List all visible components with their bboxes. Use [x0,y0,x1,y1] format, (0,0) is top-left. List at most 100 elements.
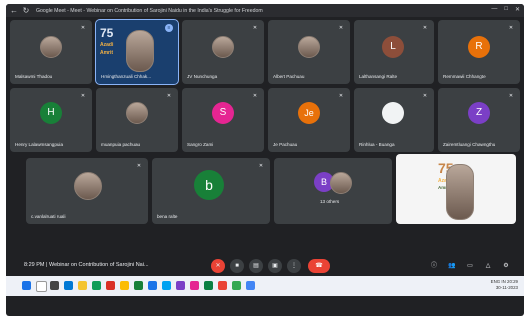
avatar: L [382,36,404,58]
app-icon[interactable] [162,281,171,290]
edge-icon[interactable] [64,281,73,290]
participant-tile[interactable]: ✕ Rinhlua - Buanga [354,88,434,152]
participant-name: Je Pachuau [273,142,298,147]
mic-off-icon: ✕ [422,25,428,31]
window-controls: — □ ✕ [491,6,520,13]
more-vert-icon[interactable]: ⋮ [287,259,301,273]
chrome-icon[interactable] [120,281,129,290]
avatar [74,172,102,200]
mic-off-icon: ✕ [338,93,344,99]
participant-tile[interactable]: Je ✕ Je Pachuau [268,88,350,152]
back-icon[interactable]: ← [10,6,18,15]
screen: ← ↻ Google Meet - Meet - Webinar on Cont… [6,4,524,316]
participant-tile[interactable]: 75 Azadi Amrit ≡ Hmingthanzuali Chhak... [95,19,179,85]
avatar: S [212,102,234,124]
meeting-time: 8:29 PM [24,262,45,268]
avatar [298,36,320,58]
avatar: Je [298,102,320,124]
app-icon[interactable] [246,281,255,290]
participant-tile[interactable]: ✕ muanpuia pachuau [96,88,178,152]
avatar [382,102,404,124]
participant-name: muanpuia pachuau [101,142,141,147]
close-icon[interactable]: ✕ [515,6,520,13]
participant-tile[interactable]: ✕ Albert Pachuau [268,20,350,84]
participant-name: Hmingthanzuali Chhak... [101,74,152,79]
participant-tile[interactable]: Z ✕ Zairemtluangi Chawngthu [438,88,520,152]
system-tray[interactable]: ENG IN 20:29 30-11-2023 [491,279,518,291]
browser-title: Google Meet - Meet - Webinar on Contribu… [36,7,263,14]
host-controls-icon[interactable]: ⚙ [502,262,510,270]
app-icon[interactable] [218,281,227,290]
task-view-icon[interactable] [50,281,59,290]
participant-name: Henry Lalawmsangpuia [15,142,64,147]
maximize-icon[interactable]: □ [504,6,508,13]
search-icon[interactable] [36,281,47,292]
avatar [446,164,474,220]
mic-off-icon: ✕ [252,93,258,99]
participant-tile[interactable]: ✕ c.vanlalruati ruali [26,158,148,224]
meeting-info: 8:29 PM | Webinar on Contribution of Sar… [24,262,149,268]
participant-tile[interactable]: S ✕ Sangro Zami [182,88,264,152]
avatar [126,102,148,124]
camera-icon[interactable]: ■ [230,259,244,273]
avatar [212,36,234,58]
avatar [126,30,154,72]
meeting-title: Webinar on Contribution of Sarojini Nai.… [48,262,149,268]
info-icon[interactable]: ⓘ [430,262,438,270]
banner-text: Amrit [100,50,114,56]
app-icon[interactable] [134,281,143,290]
mic-off-icon: ✕ [508,25,514,31]
meeting-controls-bar: 8:29 PM | Webinar on Contribution of Sar… [6,256,524,276]
captions-icon[interactable]: ▤ [249,259,263,273]
self-view-tile[interactable]: 75 Azadi Ka Amrit Mahotsav [396,154,516,224]
avatar [330,172,352,194]
chat-icon[interactable]: ▭ [466,262,474,270]
participant-tile[interactable]: H ✕ Henry Lalawmsangpuia [10,88,92,152]
mic-off-icon: ✕ [508,93,514,99]
separator: | [46,262,48,268]
avatar: R [468,36,490,58]
start-icon[interactable] [22,281,31,290]
clock-date: 30-11-2023 [495,285,518,290]
participant-tile[interactable]: ✕ Malsawmi Thadou [10,20,92,84]
app-icon[interactable] [190,281,199,290]
mic-off-icon: ✕ [252,25,258,31]
present-icon[interactable]: ▣ [268,259,282,273]
participant-name: Lalthansangi Ralte [359,74,398,79]
banner-text: Azadi [100,42,114,48]
reload-icon[interactable]: ↻ [22,6,30,15]
mic-off-icon: ✕ [338,25,344,31]
language-indicator[interactable]: ENG IN [491,279,506,284]
avatar: H [40,102,62,124]
avatar [40,36,62,58]
avatar: b [194,170,224,200]
app-icon[interactable] [232,281,241,290]
activities-icon[interactable]: △ [484,262,492,270]
mic-off-icon: ✕ [166,93,172,99]
browser-title-bar: ← ↻ Google Meet - Meet - Webinar on Cont… [6,4,524,17]
participant-tile[interactable]: ✕ JV Nunchunga [182,20,264,84]
participant-name: JV Nunchunga [187,74,218,79]
participant-name: bena ralte [157,214,178,219]
participant-name: Remmawii Chhangte [443,74,486,79]
mic-off-icon: ✕ [80,25,86,31]
call-end-icon[interactable]: ☎ [308,259,330,273]
people-icon[interactable]: 👥 [448,262,456,270]
app-icon[interactable] [204,281,213,290]
others-count: 13 others [320,199,340,204]
app-icon[interactable] [148,281,157,290]
windows-taskbar: ENG IN 20:29 30-11-2023 [6,276,524,296]
participant-tile[interactable]: L ✕ Lalthansangi Ralte [354,20,434,84]
app-icon[interactable] [106,281,115,290]
mic-off-icon[interactable]: ✕ [211,259,225,273]
file-explorer-icon[interactable] [78,281,87,290]
mic-off-icon: ✕ [258,163,264,169]
app-icon[interactable] [92,281,101,290]
participant-name: Rinhlua - Buanga [359,142,395,147]
participant-tile[interactable]: R ✕ Remmawii Chhangte [438,20,520,84]
others-tile[interactable]: B 13 others [274,158,392,224]
participant-tile[interactable]: b ✕ bena ralte [152,158,270,224]
app-icon[interactable] [176,281,185,290]
minimize-icon[interactable]: — [491,6,497,13]
participant-name: c.vanlalruati ruali [31,214,66,219]
